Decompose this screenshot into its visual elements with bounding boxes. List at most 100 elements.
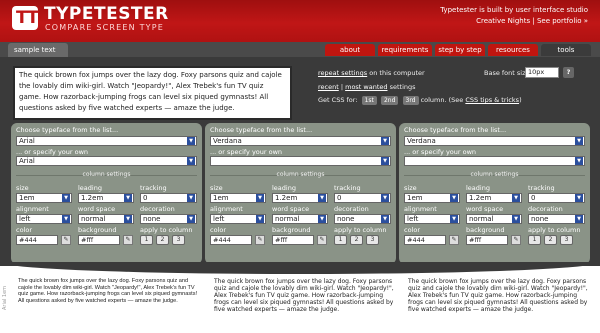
tracking-label: tracking (334, 184, 361, 192)
color-picker-icon[interactable]: ✎ (61, 235, 71, 245)
background-picker-icon[interactable]: ✎ (123, 235, 133, 245)
own-typeface-input[interactable]: ▼ (210, 156, 391, 166)
panel-bottom-curve (0, 262, 600, 274)
decoration-select[interactable]: none ▼ (334, 214, 391, 224)
apply-col2-button[interactable]: 2 (544, 235, 557, 245)
word-space-select[interactable]: normal ▼ (272, 214, 328, 224)
tracking-label: tracking (140, 184, 167, 192)
tab-requirements[interactable]: requirements (378, 44, 432, 56)
word-space-label: word space (272, 205, 310, 213)
alignment-select[interactable]: left ▼ (210, 214, 266, 224)
repeat-settings-link[interactable]: repeat settings (318, 69, 367, 77)
css-col3-button[interactable]: 3rd (402, 96, 419, 105)
decoration-value: none (337, 215, 355, 223)
color-input[interactable]: #444 (16, 235, 58, 245)
tab-about[interactable]: about (325, 44, 375, 56)
alignment-select[interactable]: left ▼ (404, 214, 460, 224)
logo-icon: TT (16, 8, 39, 28)
leading-label: leading (272, 184, 296, 192)
typeface-select[interactable]: Verdana ▼ (210, 136, 391, 146)
background-input[interactable]: #fff (78, 235, 120, 245)
word-space-select[interactable]: normal ▼ (466, 214, 522, 224)
alignment-label: alignment (210, 205, 243, 213)
color-label: color (16, 226, 33, 234)
word-space-value: normal (81, 215, 106, 223)
tab-step-by-step[interactable]: step by step (435, 44, 485, 56)
tab-tools[interactable]: tools (541, 44, 591, 56)
color-input[interactable]: #444 (210, 235, 252, 245)
apply-col1-button[interactable]: 1 (528, 235, 541, 245)
sample-text-area[interactable]: The quick brown fox jumps over the lazy … (13, 66, 292, 120)
tab-resources[interactable]: resources (488, 44, 538, 56)
column-settings-title: column settings (276, 171, 325, 178)
brand-name[interactable]: TYPETESTER (44, 5, 169, 23)
background-picker-icon[interactable]: ✎ (317, 235, 327, 245)
decoration-select[interactable]: none ▼ (140, 214, 197, 224)
css-col2-button[interactable]: 2nd (380, 96, 399, 105)
background-label: background (272, 226, 311, 234)
color-picker-icon[interactable]: ✎ (449, 235, 459, 245)
size-label: size (210, 184, 223, 192)
apply-col3-button[interactable]: 3 (560, 235, 573, 245)
chevron-down-icon: ▼ (381, 215, 389, 223)
apply-col3-button[interactable]: 3 (366, 235, 379, 245)
decoration-value: none (143, 215, 161, 223)
tracking-select[interactable]: 0 ▼ (140, 193, 197, 203)
chevron-down-icon: ▼ (575, 137, 583, 145)
apply-col1-button[interactable]: 1 (334, 235, 347, 245)
specify-own-label: ... or specify your own (404, 148, 477, 156)
chevron-down-icon: ▼ (187, 137, 195, 145)
background-input[interactable]: #fff (272, 235, 314, 245)
tracking-select[interactable]: 0 ▼ (528, 193, 585, 203)
typeface-select[interactable]: Arial ▼ (16, 136, 197, 146)
size-select[interactable]: 1em ▼ (404, 193, 460, 203)
decoration-label: decoration (140, 205, 175, 213)
chevron-down-icon: ▼ (381, 194, 389, 202)
word-space-select[interactable]: normal ▼ (78, 214, 134, 224)
chevron-down-icon: ▼ (256, 215, 264, 223)
apply-col2-button[interactable]: 2 (156, 235, 169, 245)
studio-link[interactable]: Creative Nights (476, 17, 530, 25)
alignment-select[interactable]: left ▼ (16, 214, 72, 224)
apply-label: apply to column (140, 226, 193, 234)
background-input[interactable]: #fff (466, 235, 508, 245)
color-input[interactable]: #444 (404, 235, 446, 245)
tracking-select[interactable]: 0 ▼ (334, 193, 391, 203)
own-typeface-input[interactable]: Arial ▼ (16, 156, 197, 166)
chevron-down-icon: ▼ (256, 194, 264, 202)
credit-separator: | (530, 17, 537, 25)
leading-select[interactable]: 1.2em ▼ (78, 193, 134, 203)
apply-col2-button[interactable]: 2 (350, 235, 363, 245)
alignment-label: alignment (16, 205, 49, 213)
leading-select[interactable]: 1.2em ▼ (466, 193, 522, 203)
most-wanted-link[interactable]: most wanted (345, 83, 387, 91)
chevron-down-icon: ▼ (318, 194, 326, 202)
typeface-select[interactable]: Verdana ▼ (404, 136, 585, 146)
decoration-select[interactable]: none ▼ (528, 214, 585, 224)
size-select[interactable]: 1em ▼ (210, 193, 266, 203)
portfolio-link[interactable]: See portfolio » (537, 17, 588, 25)
chevron-down-icon: ▼ (575, 215, 583, 223)
base-font-select[interactable]: 10px (525, 67, 559, 78)
css-tips-link[interactable]: CSS tips & tricks (465, 96, 519, 104)
own-typeface-value: Arial (19, 157, 35, 165)
color-picker-icon[interactable]: ✎ (255, 235, 265, 245)
size-select[interactable]: 1em ▼ (16, 193, 72, 203)
specify-own-label: ... or specify your own (16, 148, 89, 156)
chevron-down-icon: ▼ (381, 157, 389, 165)
chevron-down-icon: ▼ (187, 215, 195, 223)
leading-select[interactable]: 1.2em ▼ (272, 193, 328, 203)
help-button[interactable]: ? (563, 67, 574, 78)
recent-link[interactable]: recent (318, 83, 339, 91)
specify-own-label: ... or specify your own (210, 148, 283, 156)
css-col1-button[interactable]: 1st (361, 96, 377, 105)
background-picker-icon[interactable]: ✎ (511, 235, 521, 245)
column-2-preview: The quick brown fox jumps over the lazy … (214, 278, 394, 313)
tab-sample-text[interactable]: sample text (8, 43, 68, 57)
own-typeface-input[interactable]: ▼ (404, 156, 585, 166)
size-value: 1em (213, 194, 229, 202)
chevron-down-icon: ▼ (575, 194, 583, 202)
apply-col1-button[interactable]: 1 (140, 235, 153, 245)
apply-col3-button[interactable]: 3 (172, 235, 185, 245)
decoration-value: none (531, 215, 549, 223)
